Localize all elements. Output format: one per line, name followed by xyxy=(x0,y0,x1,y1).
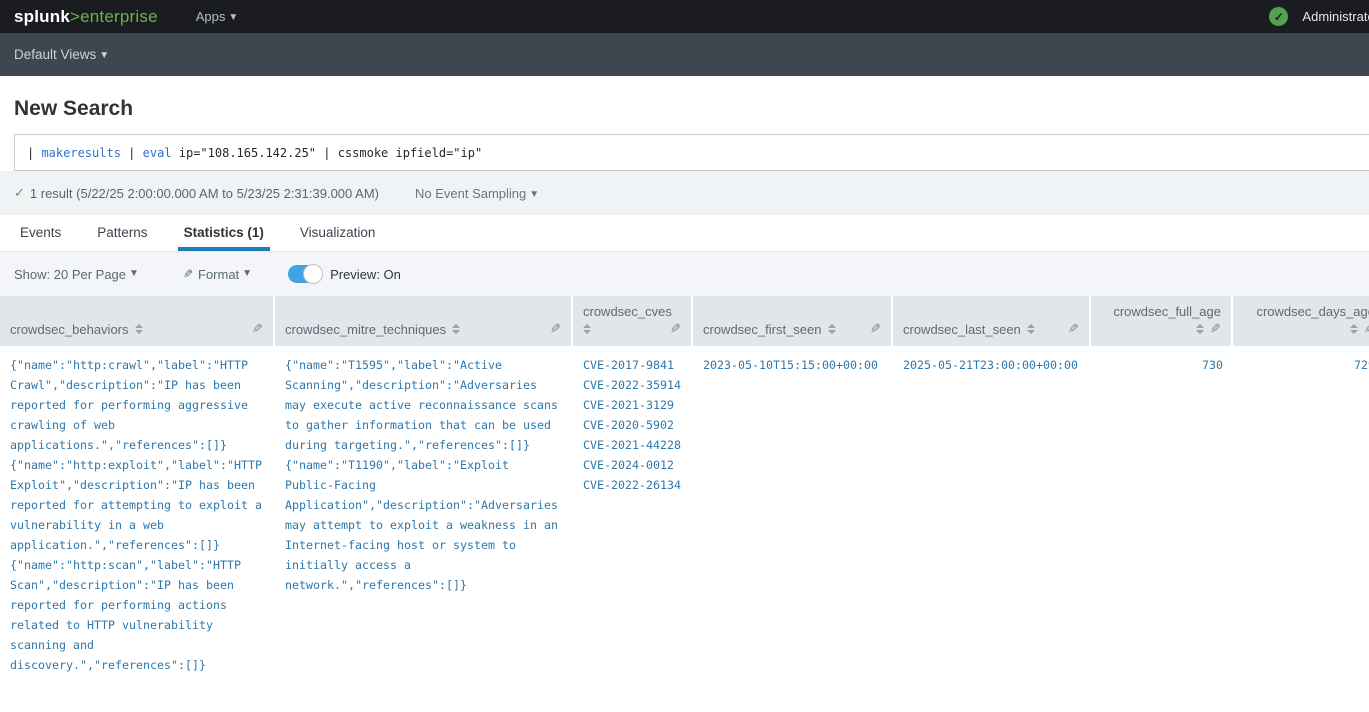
column-header-label: crowdsec_first_seen xyxy=(703,322,822,337)
tab-statistics[interactable]: Statistics (1) xyxy=(178,216,270,251)
column-header-label: crowdsec_mitre_techniques xyxy=(285,322,446,337)
tab-patterns[interactable]: Patterns xyxy=(91,216,153,251)
logo-splunk-text: splunk xyxy=(14,7,70,26)
query-text-token: | xyxy=(27,146,41,160)
page-title: New Search xyxy=(14,97,1355,121)
column-header-crowdsec_mitre_techniques[interactable]: crowdsec_mitre_techniques ✎ xyxy=(275,296,573,346)
preview-toggle-label: Preview: On xyxy=(330,267,401,282)
title-section: New Search xyxy=(0,76,1369,134)
top-bar: splunk>enterprise Apps▼ ✓ Administrator xyxy=(0,0,1369,33)
per-page-label: Show: 20 Per Page xyxy=(14,267,126,282)
logo-enterprise-text: >enterprise xyxy=(70,7,158,26)
query-command-token: eval xyxy=(143,146,172,160)
edit-column-icon[interactable]: ✎ xyxy=(1210,321,1221,337)
sort-icon[interactable] xyxy=(1350,324,1358,334)
per-page-dropdown[interactable]: Show: 20 Per Page▼ xyxy=(14,267,139,282)
format-label: Format xyxy=(198,267,239,282)
check-icon: ✓ xyxy=(14,185,25,201)
topbar-right-group: ✓ Administrator xyxy=(1269,0,1369,33)
chevron-down-icon: ▼ xyxy=(129,268,139,279)
app-bar: Default Views▼ xyxy=(0,33,1369,76)
statistics-table: crowdsec_behaviors✎crowdsec_mitre_techni… xyxy=(0,296,1369,684)
query-text-token: ip="108.165.142.25" | cssmoke ipfield="i… xyxy=(172,146,483,160)
cell-crowdsec_last_seen[interactable]: 2025-05-21T23:00:00+00:00 xyxy=(893,346,1091,684)
event-sampling-label: No Event Sampling xyxy=(415,186,526,201)
column-header-crowdsec_behaviors[interactable]: crowdsec_behaviors ✎ xyxy=(0,296,275,346)
sort-icon[interactable] xyxy=(583,324,591,334)
result-summary: 1 result (5/22/25 2:00:00.000 AM to 5/23… xyxy=(30,186,379,201)
column-header-label: crowdsec_behaviors xyxy=(10,322,129,337)
toggle-knob xyxy=(303,264,323,284)
edit-column-icon[interactable]: ✎ xyxy=(670,321,681,337)
edit-column-icon[interactable]: ✎ xyxy=(252,321,263,337)
column-header-crowdsec_days_age[interactable]: crowdsec_days_age ✎ xyxy=(1233,296,1369,346)
chevron-down-icon: ▼ xyxy=(529,189,539,200)
column-header-crowdsec_first_seen[interactable]: crowdsec_first_seen ✎ xyxy=(693,296,893,346)
edit-column-icon[interactable]: ✎ xyxy=(1068,321,1079,337)
cell-crowdsec_days_age[interactable]: 729 xyxy=(1233,346,1369,684)
cell-crowdsec_mitre_techniques[interactable]: {"name":"T1595","label":"Active Scanning… xyxy=(275,346,573,684)
sort-icon[interactable] xyxy=(452,324,460,334)
tab-events[interactable]: Events xyxy=(14,216,67,251)
format-dropdown[interactable]: ✎ Format▼ xyxy=(183,267,252,282)
edit-column-icon[interactable]: ✎ xyxy=(1364,321,1369,337)
pencil-icon: ✎ xyxy=(183,267,193,281)
sort-icon[interactable] xyxy=(1027,324,1035,334)
cell-crowdsec_cves[interactable]: CVE-2017-9841 CVE-2022-35914 CVE-2021-31… xyxy=(573,346,693,684)
column-header-label: crowdsec_cves xyxy=(583,304,672,319)
chevron-down-icon: ▼ xyxy=(242,268,252,279)
cell-crowdsec_full_age[interactable]: 730 xyxy=(1091,346,1233,684)
edit-column-icon[interactable]: ✎ xyxy=(550,321,561,337)
tab-visualization[interactable]: Visualization xyxy=(294,216,382,251)
results-controls: Show: 20 Per Page▼ ✎ Format▼ Preview: On xyxy=(0,252,1369,296)
preview-toggle[interactable] xyxy=(288,265,322,283)
default-views-menu[interactable]: Default Views▼ xyxy=(14,47,109,62)
search-input[interactable]: | makeresults | eval ip="108.165.142.25"… xyxy=(14,134,1369,171)
column-header-label: crowdsec_full_age xyxy=(1113,304,1221,319)
column-header-crowdsec_cves[interactable]: crowdsec_cves ✎ xyxy=(573,296,693,346)
column-header-label: crowdsec_last_seen xyxy=(903,322,1021,337)
user-menu[interactable]: Administrator xyxy=(1302,9,1369,24)
results-strip: ✓ 1 result (5/22/25 2:00:00.000 AM to 5/… xyxy=(0,171,1369,215)
table-row: {"name":"http:crawl","label":"HTTP Crawl… xyxy=(0,346,1369,684)
cell-crowdsec_first_seen[interactable]: 2023-05-10T15:15:00+00:00 xyxy=(693,346,893,684)
sort-icon[interactable] xyxy=(135,324,143,334)
event-sampling-menu[interactable]: No Event Sampling▼ xyxy=(415,186,539,201)
sort-icon[interactable] xyxy=(1196,324,1204,334)
sort-icon[interactable] xyxy=(828,324,836,334)
cell-crowdsec_behaviors[interactable]: {"name":"http:crawl","label":"HTTP Crawl… xyxy=(0,346,275,684)
health-status-icon[interactable]: ✓ xyxy=(1269,7,1288,26)
column-header-crowdsec_full_age[interactable]: crowdsec_full_age ✎ xyxy=(1091,296,1233,346)
query-text-token: | xyxy=(121,146,143,160)
apps-menu[interactable]: Apps▼ xyxy=(196,9,239,24)
column-header-crowdsec_last_seen[interactable]: crowdsec_last_seen ✎ xyxy=(893,296,1091,346)
chevron-down-icon: ▼ xyxy=(99,50,109,61)
table-header-row: crowdsec_behaviors✎crowdsec_mitre_techni… xyxy=(0,296,1369,346)
column-header-label: crowdsec_days_age xyxy=(1256,304,1369,319)
result-tabs: Events Patterns Statistics (1) Visualiza… xyxy=(0,215,1369,252)
splunk-logo: splunk>enterprise xyxy=(14,7,158,27)
apps-menu-label: Apps xyxy=(196,9,226,24)
default-views-label: Default Views xyxy=(14,47,96,62)
query-command-token: makeresults xyxy=(41,146,120,160)
chevron-down-icon: ▼ xyxy=(228,12,238,23)
edit-column-icon[interactable]: ✎ xyxy=(870,321,881,337)
